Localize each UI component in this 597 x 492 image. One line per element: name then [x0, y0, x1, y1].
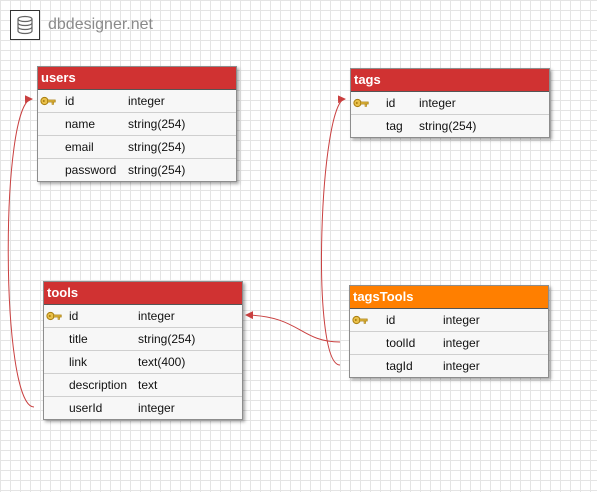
column-name: id [386, 313, 396, 327]
table-row[interactable]: id integer [350, 309, 548, 332]
key-icon [353, 95, 369, 117]
column-type: string(254) [138, 332, 196, 346]
table-header-tags[interactable]: tags [351, 69, 549, 92]
column-name: id [386, 96, 396, 110]
table-header-tools[interactable]: tools [44, 282, 242, 305]
table-row[interactable]: tag string(254) [351, 115, 549, 137]
table-tags[interactable]: tags id integer tag string(254) [350, 68, 550, 138]
column-name: email [65, 140, 94, 154]
key-icon [46, 308, 62, 330]
table-row[interactable]: email string(254) [38, 136, 236, 159]
link-tagstools-tagid-to-tags-id [321, 95, 346, 366]
column-name: title [69, 332, 88, 346]
table-row[interactable]: toolId integer [350, 332, 548, 355]
table-tagstools[interactable]: tagsTools id integer toolId integer tagI… [349, 285, 549, 378]
logo[interactable]: dbdesigner.net [10, 10, 153, 40]
column-name: description [69, 378, 128, 392]
column-type: string(254) [128, 117, 186, 131]
table-row[interactable]: title string(254) [44, 328, 242, 351]
column-type: integer [419, 96, 456, 110]
table-row[interactable]: id integer [38, 90, 236, 113]
table-header-users[interactable]: users [38, 67, 236, 90]
column-type: string(254) [128, 140, 186, 154]
column-name: link [69, 355, 88, 369]
key-icon [40, 93, 56, 115]
column-name: id [65, 94, 75, 108]
column-name: password [65, 163, 117, 177]
key-icon [352, 312, 368, 334]
column-type: integer [443, 359, 480, 373]
column-type: integer [443, 313, 480, 327]
table-row[interactable]: link text(400) [44, 351, 242, 374]
table-row[interactable]: password string(254) [38, 159, 236, 181]
table-header-tagstools[interactable]: tagsTools [350, 286, 548, 309]
column-name: userId [69, 401, 103, 415]
column-type: integer [128, 94, 165, 108]
table-tools[interactable]: tools id integer title string(254) link … [43, 281, 243, 420]
column-name: name [65, 117, 96, 131]
column-name: tag [386, 119, 403, 133]
table-row[interactable]: name string(254) [38, 113, 236, 136]
logo-text: dbdesigner.net [48, 16, 153, 33]
database-icon [10, 10, 40, 40]
column-type: text [138, 378, 158, 392]
table-row[interactable]: description text [44, 374, 242, 397]
column-name: id [69, 309, 79, 323]
column-name: toolId [386, 336, 416, 350]
table-row[interactable]: userId integer [44, 397, 242, 419]
column-type: string(254) [128, 163, 186, 177]
column-name: tagId [386, 359, 413, 373]
table-row[interactable]: tagId integer [350, 355, 548, 377]
column-type: integer [443, 336, 480, 350]
column-type: integer [138, 401, 175, 415]
column-type: integer [138, 309, 175, 323]
table-users[interactable]: users id integer name string(254) email … [37, 66, 237, 182]
column-type: text(400) [138, 355, 186, 369]
column-type: string(254) [419, 119, 477, 133]
link-tools-userid-to-users-id [7, 95, 35, 408]
table-row[interactable]: id integer [351, 92, 549, 115]
link-tagstools-toolid-to-tools-id [245, 311, 341, 343]
table-row[interactable]: id integer [44, 305, 242, 328]
